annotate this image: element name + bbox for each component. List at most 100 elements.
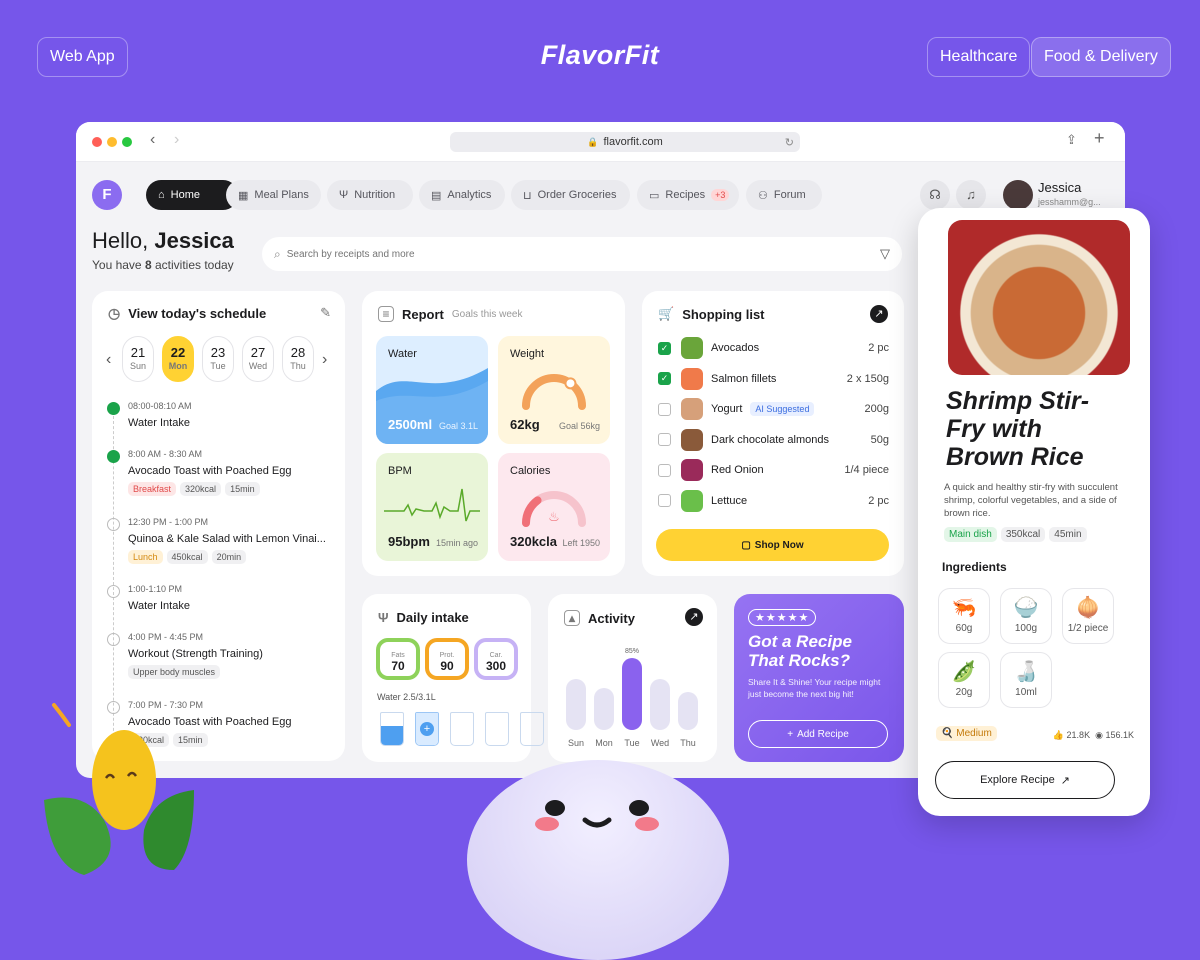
ingredient-item[interactable]: 🍚 100g [1000,588,1052,644]
shopping-item[interactable]: ✓ Salmon fillets 2 x 150g [658,367,889,391]
event-status-icon[interactable] [107,450,120,463]
nav-recipes[interactable]: ▭ Recipes +3 [637,180,739,210]
prev-day-icon[interactable]: ‹ [106,351,111,369]
water-glass[interactable] [520,712,544,746]
day-28[interactable]: 28 Thu [282,336,314,382]
activity-bar[interactable] [678,691,698,730]
shopping-item[interactable]: Lettuce 2 pc [658,489,889,513]
schedule-event[interactable]: 08:00-08:10 AM Water Intake [128,401,192,429]
nav-forum[interactable]: ⚇ Forum [746,180,822,210]
add-water-icon[interactable]: + [420,722,434,736]
minimize-dot[interactable] [107,137,117,147]
water-glass[interactable] [450,712,474,746]
water-glass[interactable]: + [415,712,439,746]
shopping-item[interactable]: Red Onion 1/4 piece [658,458,889,482]
item-qty: 50g [870,433,889,446]
event-name: Quinoa & Kale Salad with Lemon Vinai... [128,533,326,545]
event-status-icon[interactable] [107,518,120,531]
item-qty: 2 pc [868,494,889,507]
water-glass[interactable] [380,712,404,746]
home-icon: ⌂ [158,189,165,201]
forward-icon[interactable]: › [174,131,179,149]
activity-highlight-label: 85% [624,647,639,655]
bell-icon[interactable]: ♫ [956,180,986,210]
ingredient-item[interactable]: 🍶 10ml [1000,652,1052,708]
water-glass[interactable] [485,712,509,746]
shop-now-button[interactable]: ▢ Shop Now [656,529,889,561]
schedule-event[interactable]: 1:00-1:10 PM Water Intake [128,584,190,612]
edit-icon[interactable]: ✎ [320,305,331,321]
event-status-icon[interactable] [107,633,120,646]
item-checkbox[interactable]: ✓ [658,372,671,385]
ingredient-qty: 20g [955,687,973,698]
nav-home[interactable]: ⌂ Home [146,180,238,210]
day-22[interactable]: 22 Mon [162,336,194,382]
item-checkbox[interactable]: ✓ [658,341,671,355]
avatar[interactable] [1003,180,1033,210]
maximize-dot[interactable] [122,137,132,147]
day-21[interactable]: 21 Sun [122,336,154,382]
ingredient-item[interactable]: 🧅 1/2 piece [1062,588,1114,644]
filter-icon[interactable]: ▽ [880,246,890,262]
activity-bar[interactable] [622,657,642,730]
calories-tile[interactable]: Calories ♨ 320kcla Left 1950 [498,453,610,561]
event-status-icon[interactable] [107,585,120,598]
nav-order-groceries[interactable]: ⊔ Order Groceries [511,180,630,210]
item-image [681,459,703,481]
nav-meal-plans[interactable]: ▦ Meal Plans [226,180,321,210]
schedule-header: ◷ View today's schedule [108,305,266,322]
weight-gauge [522,374,586,410]
shopping-item[interactable]: Yogurt AI Suggested 200g [658,397,889,421]
nav-nutrition[interactable]: Ψ Nutrition [327,180,413,210]
activity-bar[interactable] [650,679,670,730]
url-bar[interactable]: 🔒 flavorfit.com ↻ [450,132,800,152]
search-input[interactable] [286,248,874,260]
shopping-item[interactable]: Dark chocolate almonds 50g [658,428,889,452]
item-checkbox[interactable] [658,494,671,507]
arrow-up-right-icon: ↗ [1060,774,1070,787]
book-icon: ▭ [649,189,660,202]
back-icon[interactable]: ‹ [150,131,155,149]
day-27[interactable]: 27 Wed [242,336,274,382]
schedule-event[interactable]: 4:00 PM - 4:45 PM Workout (Strength Train… [128,632,263,679]
add-recipe-button[interactable]: + Add Recipe [748,720,888,748]
headset-icon[interactable]: ☊ [920,180,950,210]
stars-badge: ★★★★★ [748,609,817,626]
greeting-name: Jessica [154,228,234,253]
ingredient-item[interactable]: 🫛 20g [938,652,990,708]
new-tab-icon[interactable]: + [1094,128,1105,149]
app-logo[interactable]: F [92,180,122,210]
event-time: 08:00-08:10 AM [128,401,192,411]
corn-mascot [44,703,194,875]
weight-tile[interactable]: Weight 62kg Goal 56kg [498,336,610,444]
arrow-up-right-icon[interactable]: ↗ [685,608,703,626]
nav-label: Recipes [665,189,706,201]
shopping-item[interactable]: ✓ Avocados 2 pc [658,336,889,360]
activity-bar[interactable] [594,687,614,730]
share-icon[interactable]: ⇪ [1066,132,1077,148]
close-dot[interactable] [92,137,102,147]
item-checkbox[interactable] [658,402,671,416]
nav-analytics[interactable]: ▤ Analytics [419,180,505,210]
activity-bar[interactable] [566,679,586,730]
day-23[interactable]: 23 Tue [202,336,234,382]
activity-day-label: Sun [567,738,584,748]
bpm-tile[interactable]: BPM 95bpm 15min ago [376,453,488,561]
reload-icon[interactable]: ↻ [785,136,794,149]
schedule-event[interactable]: 8:00 AM - 8:30 AM Avocado Toast with Poac… [128,449,292,496]
explore-recipe-button[interactable]: Explore Recipe ↗ [935,761,1115,799]
arrow-up-right-icon[interactable]: ↗ [870,305,888,323]
activities-pre: You have [92,258,145,272]
schedule-event[interactable]: 12:30 PM - 1:00 PM Quinoa & Kale Salad wi… [128,517,326,564]
item-checkbox[interactable] [658,433,671,446]
item-checkbox[interactable] [658,463,671,477]
item-image [681,398,703,420]
day-number: 22 [170,345,186,360]
ingredient-item[interactable]: 🦐 60g [938,588,990,644]
nav-label: Analytics [447,189,492,201]
user-name: Jessica [1038,180,1082,195]
water-tile[interactable]: Water 2500ml Goal 3.1L [376,336,488,444]
next-day-icon[interactable]: › [322,351,327,369]
event-status-icon[interactable] [107,402,120,415]
item-image [681,428,703,451]
